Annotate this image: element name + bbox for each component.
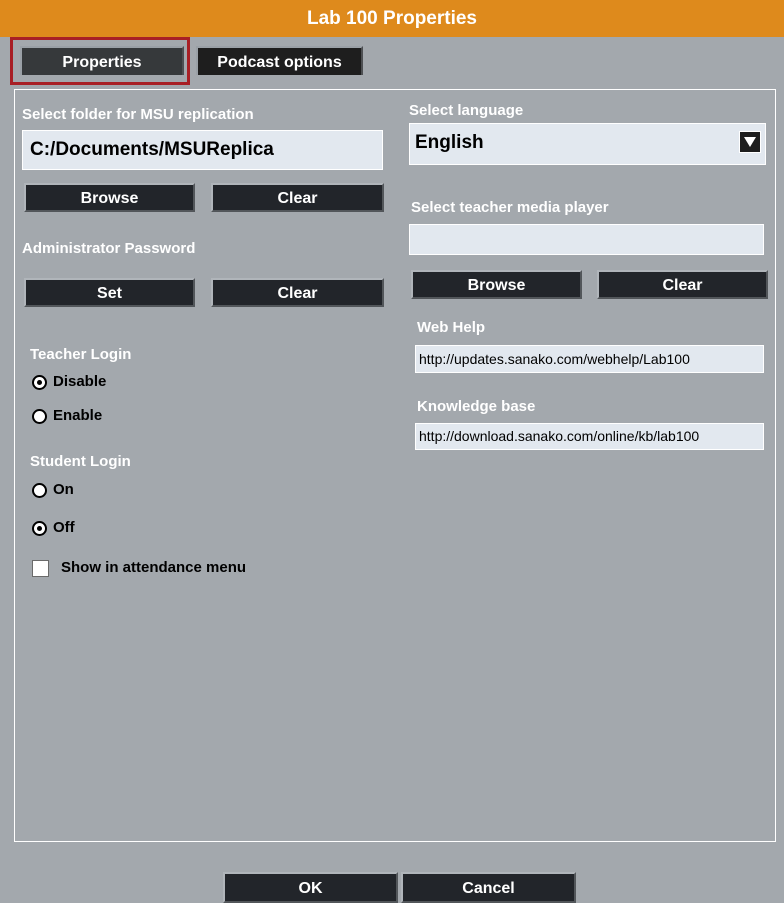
admin-password-label: Administrator Password [22, 240, 196, 257]
msu-clear-button[interactable]: Clear [211, 183, 384, 212]
media-player-field[interactable] [409, 224, 764, 255]
knowledge-base-url-field[interactable]: http://download.sanako.com/online/kb/lab… [415, 423, 764, 450]
teacher-enable-radio[interactable] [32, 409, 47, 424]
media-player-label: Select teacher media player [411, 199, 609, 216]
msu-browse-button[interactable]: Browse [24, 183, 195, 212]
teacher-login-label: Teacher Login [30, 346, 132, 363]
msu-folder-field[interactable]: C:/Documents/MSUReplica [22, 130, 383, 170]
attendance-label: Show in attendance menu [61, 559, 247, 576]
chevron-down-icon[interactable] [739, 131, 761, 153]
tab-properties[interactable]: Properties [20, 46, 184, 75]
webhelp-label: Web Help [417, 319, 486, 336]
knowledge-base-label: Knowledge base [417, 398, 536, 415]
tab-podcast-options[interactable]: Podcast options [196, 46, 363, 75]
media-browse-button[interactable]: Browse [411, 270, 582, 299]
admin-clear-button[interactable]: Clear [211, 278, 384, 307]
ok-button[interactable]: OK [223, 872, 398, 903]
teacher-disable-label: Disable [53, 373, 107, 390]
teacher-enable-label: Enable [53, 407, 103, 424]
student-login-label: Student Login [30, 453, 131, 470]
window-title: Lab 100 Properties [0, 0, 784, 37]
language-select-value: English [415, 132, 484, 153]
cancel-button[interactable]: Cancel [401, 872, 576, 903]
student-on-label: On [53, 481, 74, 498]
student-off-label: Off [53, 519, 75, 536]
webhelp-url-field[interactable]: http://updates.sanako.com/webhelp/Lab100 [415, 345, 764, 373]
student-on-radio[interactable] [32, 483, 47, 498]
student-off-radio[interactable] [32, 521, 47, 536]
msu-folder-label: Select folder for MSU replication [22, 106, 254, 123]
attendance-checkbox[interactable] [32, 560, 49, 577]
admin-set-button[interactable]: Set [24, 278, 195, 307]
media-clear-button[interactable]: Clear [597, 270, 768, 299]
teacher-disable-radio[interactable] [32, 375, 47, 390]
language-label: Select language [409, 102, 524, 119]
language-select[interactable]: English [409, 123, 766, 165]
